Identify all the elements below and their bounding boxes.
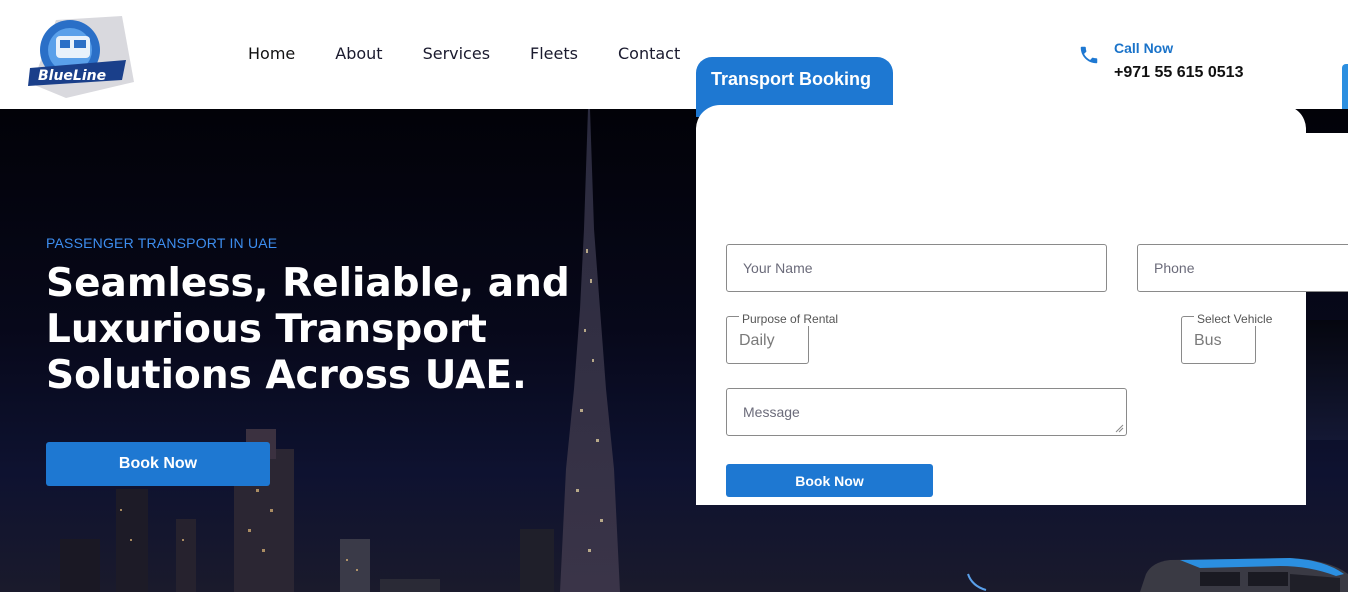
- purpose-value: Daily: [739, 332, 775, 349]
- phone-icon: [1080, 46, 1098, 64]
- booking-title: Transport Booking: [711, 69, 872, 89]
- booking-card: [696, 105, 1306, 505]
- logo-text: BlueLine: [38, 68, 106, 84]
- hero-book-now-button[interactable]: Book Now: [46, 442, 270, 486]
- name-placeholder: Your Name: [743, 260, 813, 276]
- decorative-swoosh: [967, 573, 987, 591]
- phone-number[interactable]: +971 55 615 0513: [1114, 64, 1243, 82]
- nav-fleets[interactable]: Fleets: [530, 44, 578, 63]
- resize-handle-icon[interactable]: [1114, 423, 1124, 433]
- bus-image: [1140, 558, 1348, 592]
- message-textarea[interactable]: Message: [726, 388, 1127, 436]
- vehicle-value: Bus: [1194, 332, 1222, 349]
- nav-home[interactable]: Home: [248, 44, 295, 63]
- hero-tagline: PASSENGER TRANSPORT IN UAE: [46, 235, 278, 251]
- site-header: BlueLine Home About Services Fleets Cont…: [0, 0, 1348, 114]
- purpose-label: Purpose of Rental: [739, 312, 842, 326]
- main-nav: Home About Services Fleets Contact: [248, 44, 720, 63]
- hero-title: Seamless, Reliable, and Luxurious Transp…: [46, 261, 570, 398]
- phone-input[interactable]: Phone: [1137, 244, 1348, 292]
- nav-contact[interactable]: Contact: [618, 44, 680, 63]
- message-placeholder: Message: [743, 404, 800, 420]
- nav-services[interactable]: Services: [423, 44, 490, 63]
- vehicle-label: Select Vehicle: [1194, 312, 1276, 326]
- nav-about[interactable]: About: [335, 44, 382, 63]
- phone-placeholder: Phone: [1154, 260, 1195, 276]
- submit-book-now-button[interactable]: Book Now: [726, 464, 933, 497]
- name-input[interactable]: Your Name: [726, 244, 1107, 292]
- logo-icon[interactable]: BlueLine: [26, 10, 138, 100]
- side-tab[interactable]: [1342, 64, 1348, 114]
- call-now-label: Call Now: [1114, 40, 1174, 56]
- background-photo-edge: [1306, 320, 1348, 440]
